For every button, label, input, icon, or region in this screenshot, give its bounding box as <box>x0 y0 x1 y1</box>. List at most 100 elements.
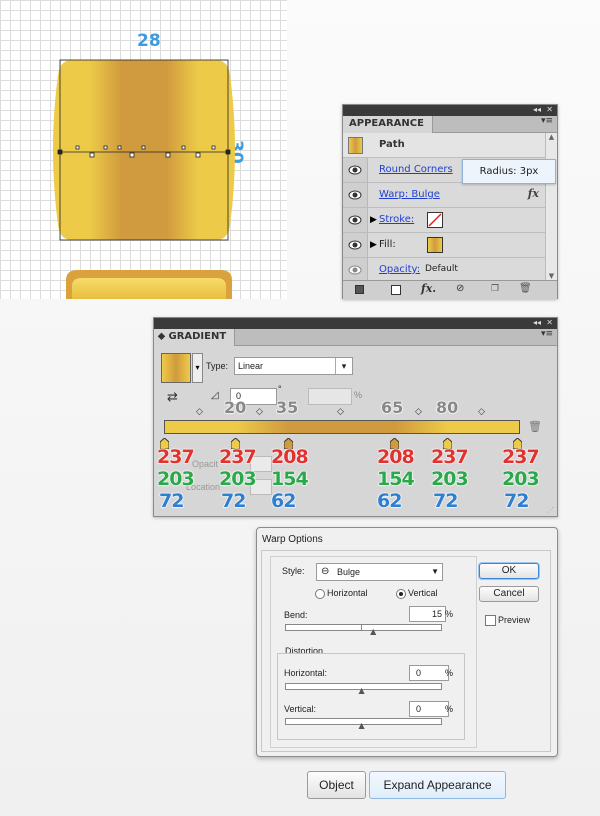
distortion-horizontal-input[interactable]: 0 <box>409 665 449 681</box>
vertical-radio[interactable] <box>396 589 406 599</box>
tab-gradient[interactable]: ⬥ GRADIENT <box>154 329 236 346</box>
close-icon[interactable]: ✕ <box>546 318 553 327</box>
preview-checkbox[interactable] <box>485 615 496 626</box>
midpoint-diamond[interactable]: ◇ <box>196 407 203 417</box>
tab-appearance[interactable]: APPEARANCE <box>343 116 433 133</box>
fx-icon[interactable]: fx <box>528 187 539 200</box>
degree-symbol: ° <box>278 384 282 394</box>
add-fill-icon[interactable] <box>391 285 401 295</box>
bulge-shape-artwork[interactable] <box>0 0 287 299</box>
delete-stop-icon[interactable]: 🗑 <box>528 420 542 433</box>
visibility-eye-icon[interactable] <box>348 239 362 251</box>
tab-gradient-label: GRADIENT <box>168 331 227 342</box>
gradient-preview-swatch[interactable] <box>161 353 191 383</box>
warp-bulge-link[interactable]: Warp: Bulge <box>379 189 440 200</box>
object-menu-button[interactable]: Object <box>307 771 366 799</box>
radius-tooltip: Radius: 3px <box>462 159 556 184</box>
resize-grip-icon[interactable]: ⋰ <box>547 506 554 514</box>
appearance-scrollbar[interactable]: ▲ ▼ <box>545 133 557 280</box>
midpoint-diamond[interactable]: ◇ <box>478 407 485 417</box>
type-select[interactable]: Linear ▾ <box>234 357 353 375</box>
horizontal-radio-label: Horizontal <box>327 588 368 598</box>
stop-5-blue: 72 <box>432 490 458 513</box>
reverse-gradient-icon[interactable]: ⇄ <box>167 390 178 405</box>
stop-1-green: 203 <box>157 468 196 491</box>
stop-6-green: 203 <box>502 468 541 491</box>
bend-percent: % <box>445 609 454 619</box>
bend-input[interactable]: 15 <box>409 606 446 622</box>
distortion-horizontal-percent: % <box>445 668 454 678</box>
stroke-link[interactable]: Stroke: <box>379 214 414 225</box>
expand-triangle-icon[interactable]: ▶ <box>370 240 377 250</box>
vertical-radio-label: Vertical <box>408 588 438 598</box>
stop-5-green: 203 <box>431 468 470 491</box>
close-icon[interactable]: ✕ <box>546 105 553 114</box>
duplicate-item-icon[interactable]: ❐ <box>491 284 499 294</box>
distortion-vertical-value: 0 <box>416 704 422 714</box>
visibility-eye-icon[interactable] <box>348 189 362 201</box>
distortion-horizontal-label: Horizontal: <box>284 668 328 678</box>
stop-3-blue: 62 <box>270 490 296 513</box>
distortion-vertical-thumb[interactable]: ▲ <box>359 721 365 730</box>
midpoint-diamond[interactable]: ◇ <box>256 407 263 417</box>
fill-label: Fill: <box>379 239 396 250</box>
bend-slider[interactable] <box>285 624 442 631</box>
panel-menu-icon[interactable]: ▾≡ <box>541 329 553 339</box>
chevron-down-icon: ▼ <box>431 567 439 576</box>
expand-appearance-button[interactable]: Expand Appearance <box>369 771 506 799</box>
round-corners-link[interactable]: Round Corners <box>379 164 453 175</box>
artboard-canvas[interactable]: 28 30 <box>0 0 287 299</box>
gradient-presets-dropdown[interactable]: ▾ <box>192 353 203 383</box>
ok-button[interactable]: OK <box>479 563 539 579</box>
chevron-down-icon: ▾ <box>335 358 352 374</box>
stop-3-green: 154 <box>271 468 310 491</box>
style-select[interactable]: ⊖ Bulge ▼ <box>316 563 443 581</box>
panel-title-bar[interactable]: ◂◂ ✕ <box>343 105 557 116</box>
bend-slider-thumb[interactable]: ▲ <box>370 627 376 636</box>
fill-gradient-swatch[interactable] <box>427 237 443 253</box>
warp-options-dialog: Warp Options Style: ⊖ Bulge ▼ Horizontal… <box>256 527 558 757</box>
stroke-none-swatch[interactable] <box>427 212 443 228</box>
aspect-percent: % <box>354 390 363 400</box>
stop-6-blue: 72 <box>503 490 529 513</box>
collapse-icon[interactable]: ◂◂ <box>533 105 541 114</box>
panel-title-bar[interactable]: ◂◂ ✕ <box>154 318 557 329</box>
style-label: Style: <box>282 566 305 576</box>
visibility-eye-icon[interactable] <box>348 164 362 176</box>
visibility-eye-icon[interactable] <box>348 264 362 276</box>
path-thumbnail <box>348 137 363 154</box>
distortion-horizontal-value: 0 <box>416 668 422 678</box>
midpoint-diamond[interactable]: ◇ <box>415 407 422 417</box>
collapse-icon[interactable]: ◂◂ <box>533 318 541 327</box>
path-label: Path <box>379 139 405 150</box>
distortion-vertical-label: Vertical: <box>284 704 317 714</box>
expand-triangle-icon[interactable]: ▶ <box>370 215 377 225</box>
opacity-link[interactable]: Opacity: <box>379 264 420 275</box>
midpoint-label: 80 <box>435 398 459 418</box>
stop-5-red: 237 <box>431 446 470 469</box>
distortion-vertical-percent: % <box>445 704 454 714</box>
add-stroke-icon[interactable] <box>355 285 364 294</box>
stop-4-blue: 62 <box>376 490 402 513</box>
stop-2-red: 237 <box>219 446 258 469</box>
type-select-value: Linear <box>238 361 264 371</box>
dialog-title: Warp Options <box>262 534 323 545</box>
opacity-label: Opacit <box>192 459 219 469</box>
gradient-panel: ◂◂ ✕ ⬥ GRADIENT ▾≡ ▾ Type: Linear ▾ ⇄ ◿ … <box>153 317 558 517</box>
preview-checkbox-label: Preview <box>498 615 531 625</box>
clear-appearance-icon[interactable]: ⊘ <box>456 283 464 294</box>
style-select-value: Bulge <box>337 567 361 577</box>
opacity-value: Default <box>425 264 458 274</box>
gradient-slider[interactable] <box>164 420 520 434</box>
panel-menu-icon[interactable]: ▾≡ <box>541 116 553 126</box>
horizontal-radio[interactable] <box>315 589 325 599</box>
midpoint-diamond[interactable]: ◇ <box>337 407 344 417</box>
stop-6-red: 237 <box>502 446 541 469</box>
cancel-button[interactable]: Cancel <box>479 586 539 602</box>
delete-item-icon[interactable]: 🗑 <box>519 283 532 294</box>
add-effect-icon[interactable]: fx. <box>421 282 436 295</box>
visibility-eye-icon[interactable] <box>348 214 362 226</box>
stop-3-red: 208 <box>271 446 310 469</box>
distortion-horizontal-thumb[interactable]: ▲ <box>359 686 365 695</box>
distortion-vertical-input[interactable]: 0 <box>409 701 449 717</box>
